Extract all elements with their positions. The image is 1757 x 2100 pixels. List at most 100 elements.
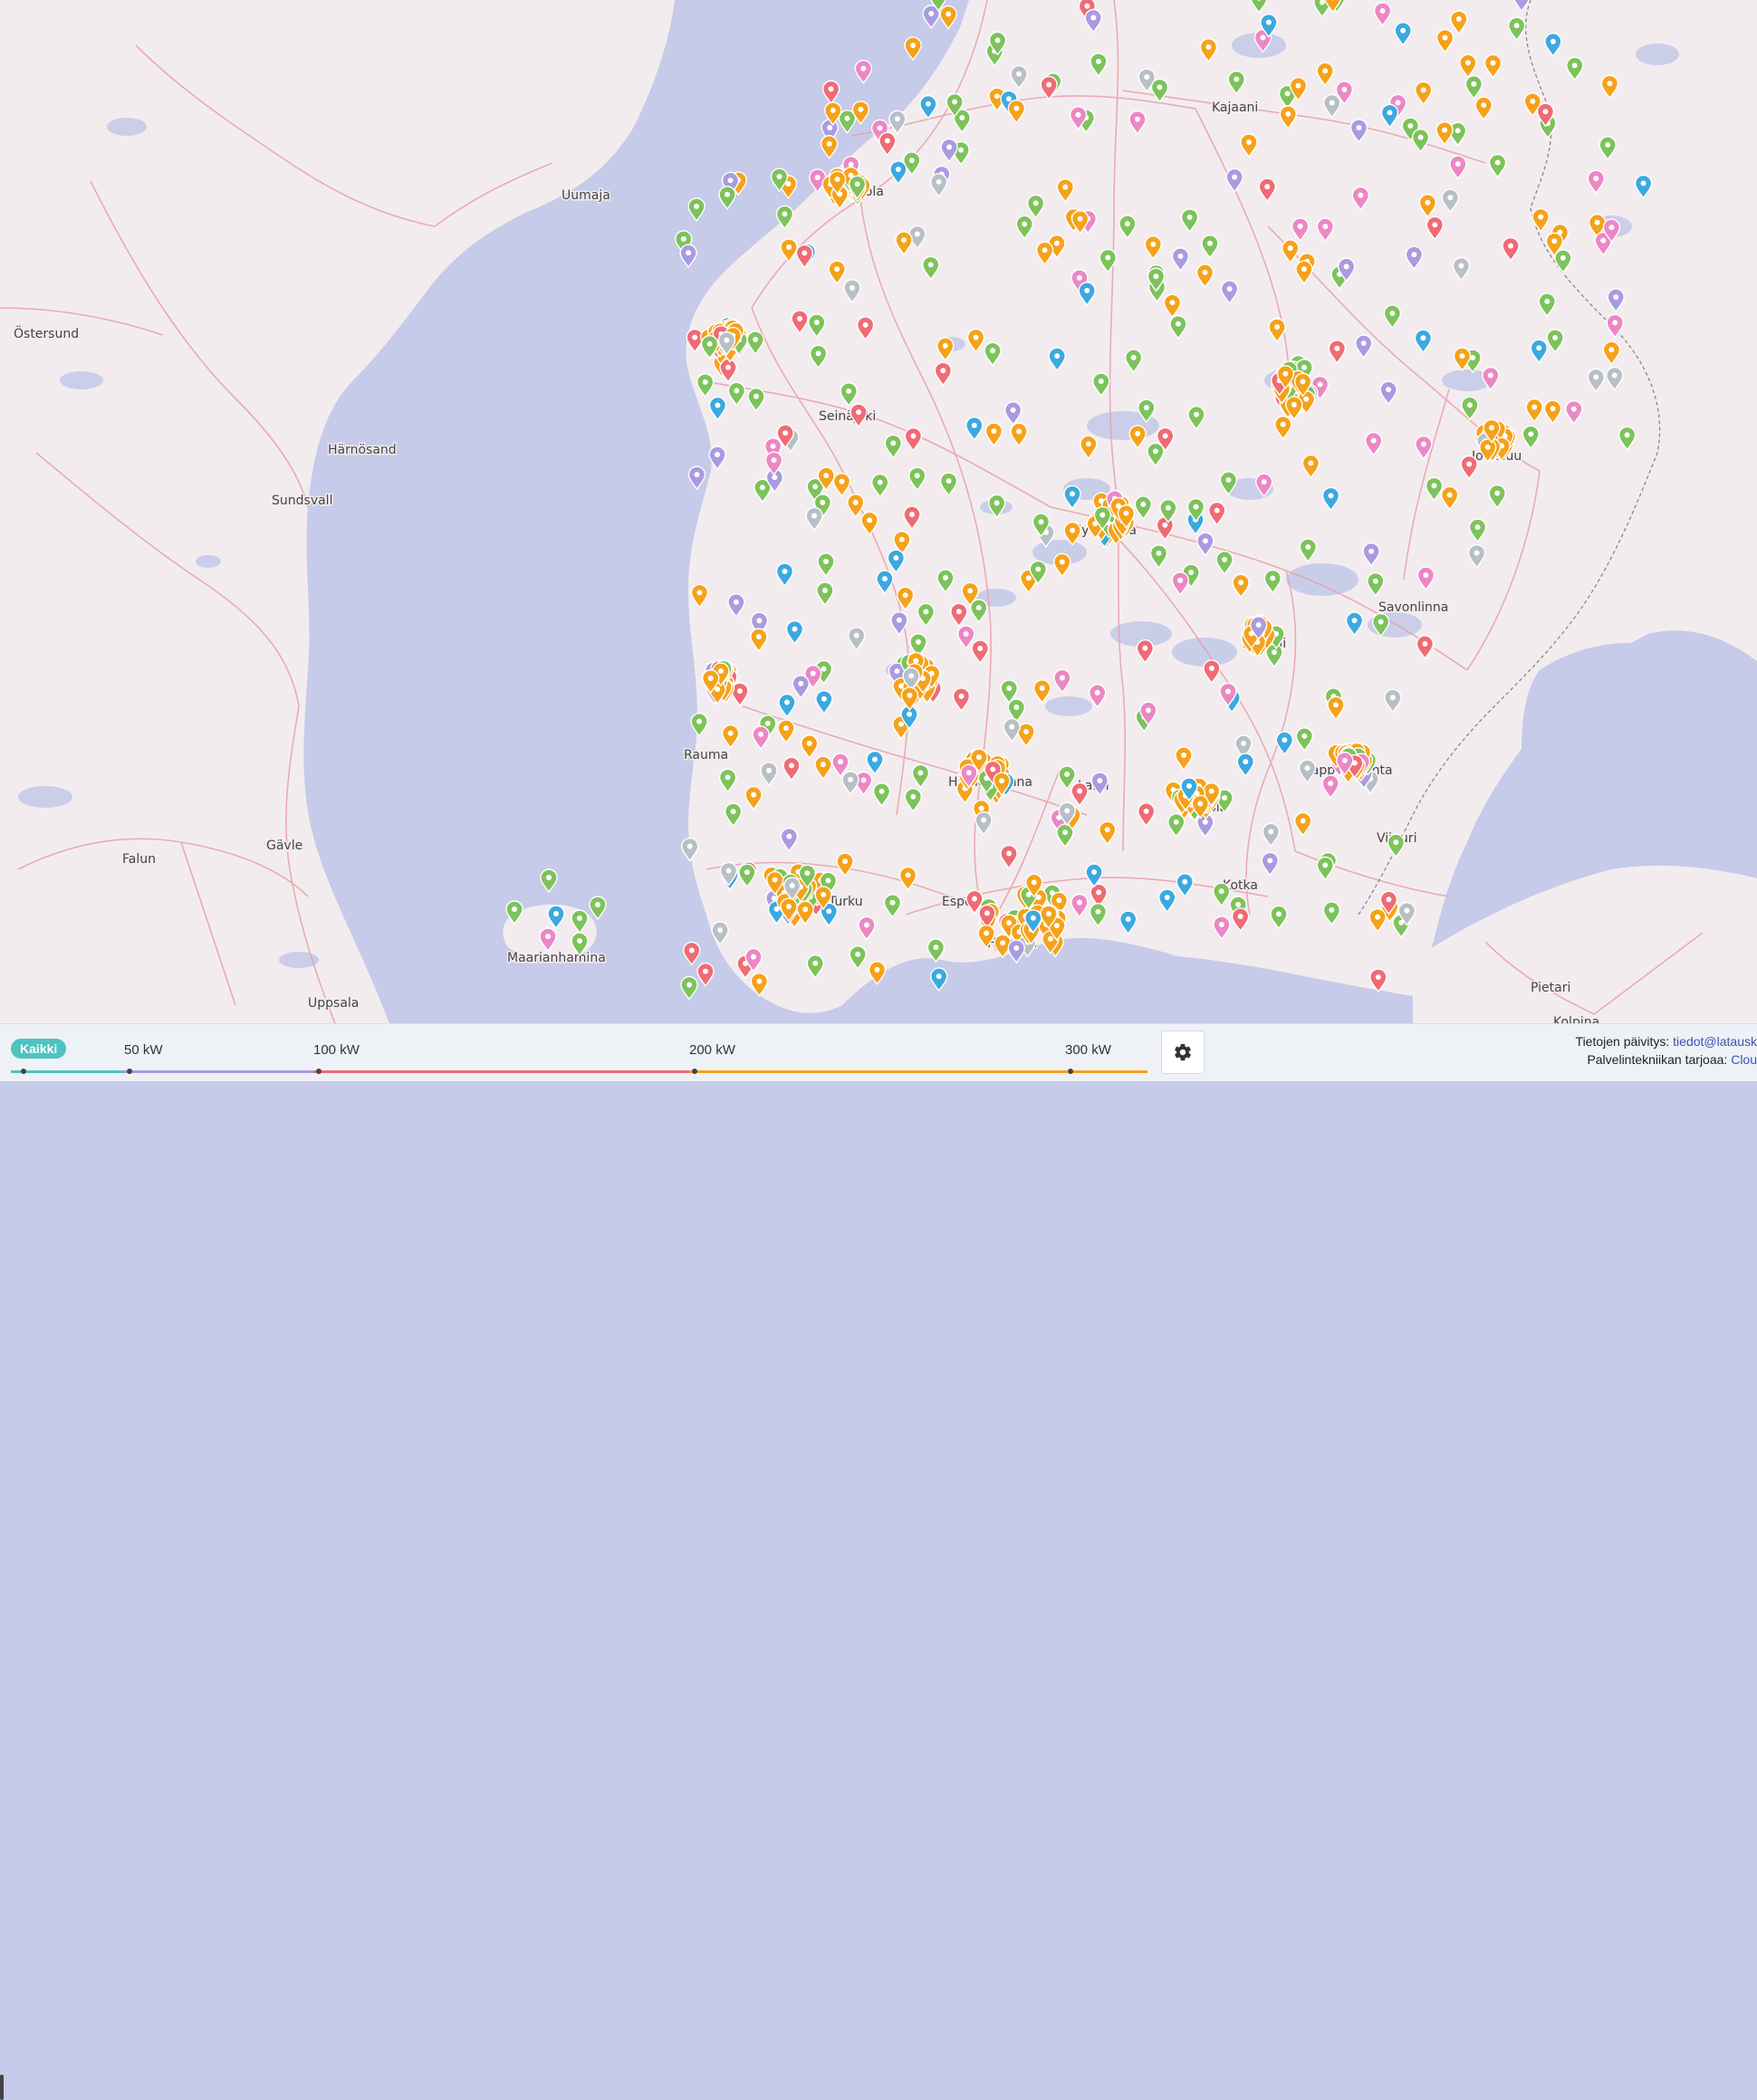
slider-tick-100[interactable] — [316, 1069, 322, 1074]
pin-dot — [926, 101, 931, 107]
attribution-updates-text: Tietojen päivitys: — [1576, 1034, 1674, 1049]
pin-dot — [765, 721, 771, 726]
pin-dot — [1342, 758, 1348, 763]
pin-dot — [903, 592, 908, 598]
pin-dot — [1031, 916, 1036, 921]
pin-dot — [1551, 406, 1556, 411]
pin-dot — [1209, 666, 1215, 671]
pin-dot — [1420, 335, 1426, 340]
pin-dot — [725, 774, 731, 780]
charging-station-pin[interactable] — [839, 110, 855, 133]
pin-dot — [1282, 737, 1287, 743]
pin-dot — [1531, 405, 1537, 410]
city-label: Uppsala — [308, 996, 359, 1011]
pin-dot — [946, 478, 952, 484]
pin-dot — [1607, 81, 1612, 86]
power-label-100: 100 kW — [313, 1042, 360, 1058]
pin-dot — [1238, 580, 1243, 585]
pin-dot — [772, 475, 777, 480]
pin-dot — [725, 365, 731, 370]
pin-dot — [835, 177, 840, 182]
charging-station-pin[interactable] — [681, 976, 697, 999]
city-label: Uumaja — [562, 188, 610, 203]
pin-dot — [1612, 320, 1618, 325]
pin-dot — [1033, 200, 1039, 206]
pin-dot — [1551, 39, 1556, 44]
pin-dot — [1308, 460, 1313, 465]
pin-dot — [964, 631, 969, 637]
pin-dot — [863, 322, 869, 328]
pin-dot — [1153, 448, 1158, 454]
pin-dot — [814, 320, 820, 325]
charging-station-pin[interactable] — [688, 198, 705, 221]
charging-station-pin[interactable] — [688, 466, 705, 489]
bottom-bar: Kaikki 50 kW 100 kW 200 kW 300 kW — [0, 1023, 1757, 1081]
pin-dot — [512, 906, 517, 912]
charging-station-pin[interactable] — [940, 6, 956, 29]
pin-dot — [943, 343, 948, 349]
pin-dot — [1243, 759, 1248, 764]
pin-dot — [1181, 753, 1186, 758]
pin-dot — [821, 762, 826, 767]
pin-dot — [1422, 641, 1427, 647]
pin-dot — [864, 922, 869, 927]
charging-station-pin[interactable] — [855, 61, 871, 83]
slider-tick-300[interactable] — [1068, 1069, 1073, 1074]
pin-dot — [1009, 724, 1014, 730]
pin-dot — [1077, 788, 1082, 793]
pin-dot — [1396, 100, 1401, 105]
pin-dot — [977, 646, 983, 651]
pin-dot — [1612, 373, 1618, 379]
pin-dot — [854, 633, 859, 638]
power-filter-all-pill[interactable]: Kaikki — [11, 1039, 66, 1059]
charging-station-pin[interactable] — [905, 37, 921, 60]
attribution-email-link[interactable]: tiedot@latausk — [1673, 1034, 1757, 1049]
power-filter[interactable]: Kaikki 50 kW 100 kW 200 kW 300 kW — [11, 1035, 1147, 1071]
settings-button[interactable] — [1161, 1031, 1205, 1074]
city-label: Maarianhamina — [507, 951, 606, 965]
pin-dot — [707, 341, 713, 347]
pin-dot — [1207, 241, 1213, 246]
charging-station-pin[interactable] — [680, 245, 696, 267]
pin-dot — [1086, 441, 1091, 446]
pin-dot — [1219, 888, 1224, 894]
slider-tick-200[interactable] — [692, 1069, 697, 1074]
slider-tick-0[interactable] — [21, 1069, 26, 1074]
slider-tick-50[interactable] — [127, 1069, 132, 1074]
pin-dot — [1126, 916, 1131, 922]
pin-dot — [1203, 820, 1208, 825]
pin-dot — [1301, 365, 1307, 370]
map-canvas[interactable]: UumajaÖstersundHärnösandSundsvallGävleFa… — [0, 0, 1757, 1023]
pin-dot — [1060, 675, 1065, 680]
pin-dot — [783, 725, 789, 731]
pin-dot — [1641, 180, 1647, 186]
pin-dot — [1099, 513, 1105, 518]
charging-station-pin[interactable] — [1008, 940, 1024, 963]
pin-dot — [553, 911, 559, 916]
charging-station-pin[interactable] — [697, 964, 714, 986]
pin-dot — [1006, 851, 1012, 857]
pin-dot — [1352, 618, 1358, 623]
pin-dot — [976, 754, 982, 760]
charging-station-pin[interactable] — [541, 869, 557, 892]
pin-dot — [946, 144, 952, 149]
pin-dot — [792, 627, 797, 632]
pin-dot — [1285, 111, 1291, 117]
attribution-hosting-link[interactable]: Clou — [1731, 1052, 1757, 1067]
pin-dot — [936, 179, 942, 185]
charging-station-pin[interactable] — [821, 136, 838, 158]
pin-dot — [1358, 193, 1363, 198]
pin-dot — [1163, 433, 1168, 438]
pin-dot — [1605, 142, 1610, 148]
pin-dot — [1262, 479, 1267, 484]
charging-station-pin[interactable] — [823, 81, 840, 103]
pin-dot — [1270, 576, 1275, 581]
power-slider-track[interactable] — [11, 1070, 1147, 1073]
pin-dot — [1235, 902, 1241, 907]
charging-station-pin[interactable] — [590, 897, 606, 919]
pin-dot — [959, 115, 965, 120]
charging-station-pin[interactable] — [869, 962, 885, 984]
charging-station-pin[interactable] — [719, 187, 735, 209]
pin-dot — [1182, 879, 1187, 885]
charging-station-pin[interactable] — [684, 942, 700, 964]
